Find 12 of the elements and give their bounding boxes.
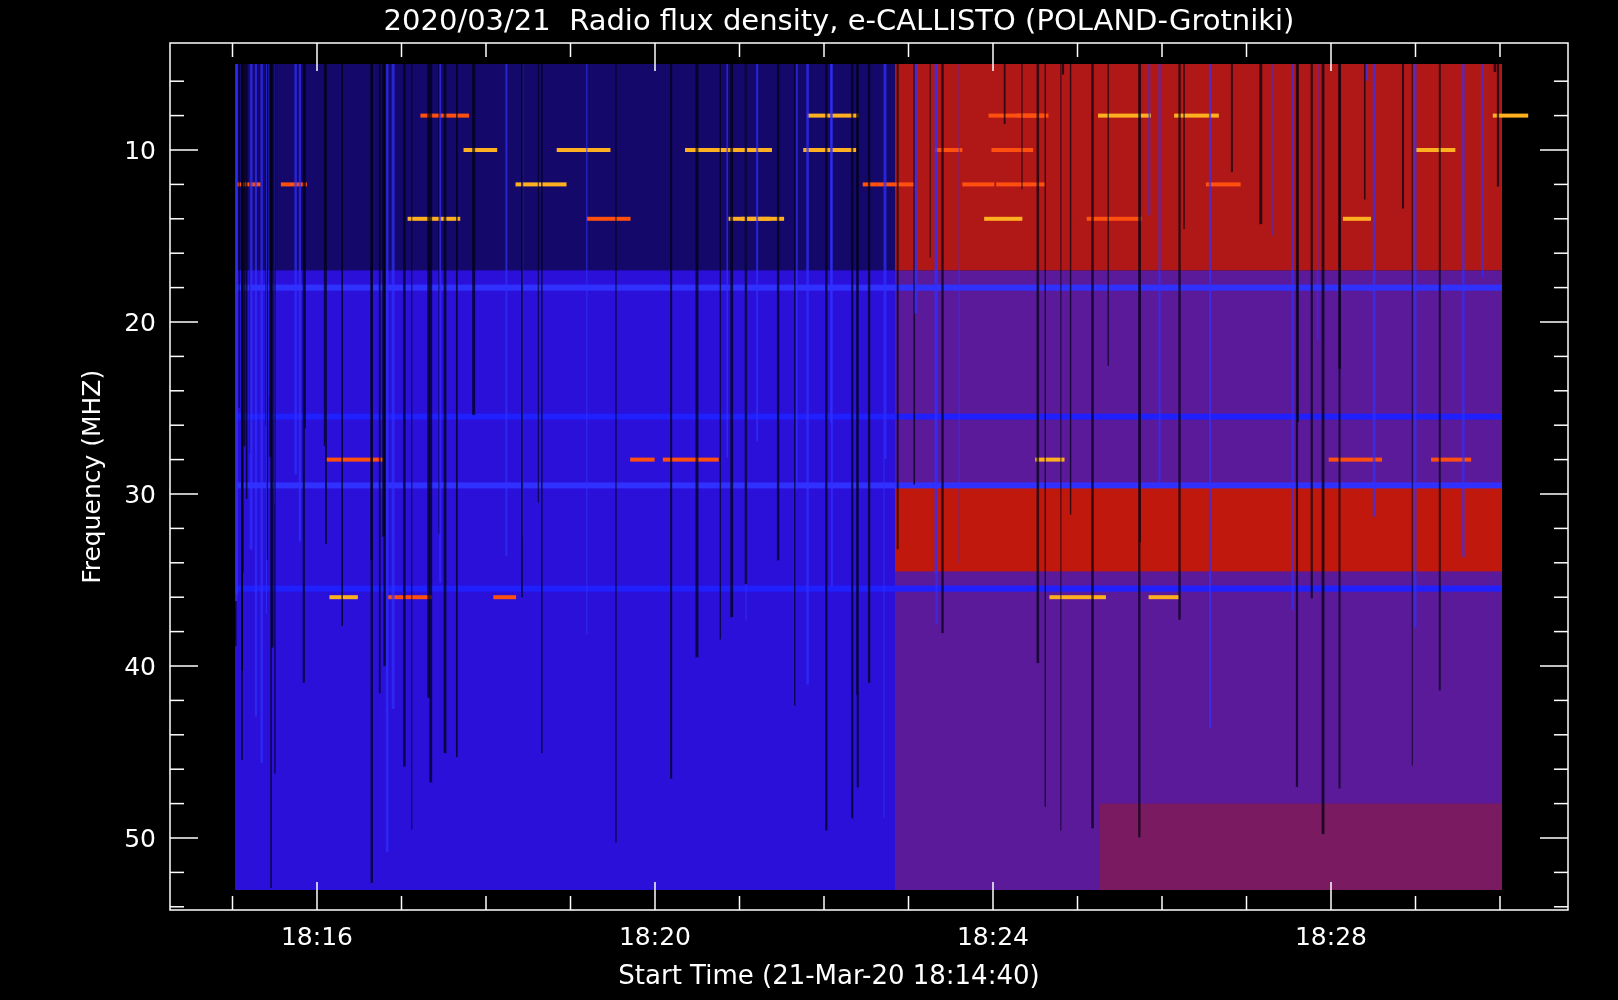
x-tick-label: 18:28 (1295, 922, 1367, 951)
plot-title: 2020/03/21 Radio flux density, e-CALLISTO (POLAND-Grotniki) (383, 2, 1295, 39)
y-axis-label: Frequency (MHZ) (77, 369, 106, 584)
y-tick-label: 20 (124, 308, 156, 337)
y-tick-label: 30 (124, 480, 156, 509)
y-tick-label: 10 (124, 136, 156, 165)
x-tick-label: 18:16 (281, 922, 353, 951)
x-axis-label: Start Time (21-Mar-20 18:14:40) (618, 960, 1040, 990)
x-tick-label: 18:24 (957, 922, 1029, 951)
y-tick-label: 40 (124, 652, 156, 681)
y-tick-label: 50 (124, 824, 156, 853)
x-tick-label: 18:20 (619, 922, 691, 951)
